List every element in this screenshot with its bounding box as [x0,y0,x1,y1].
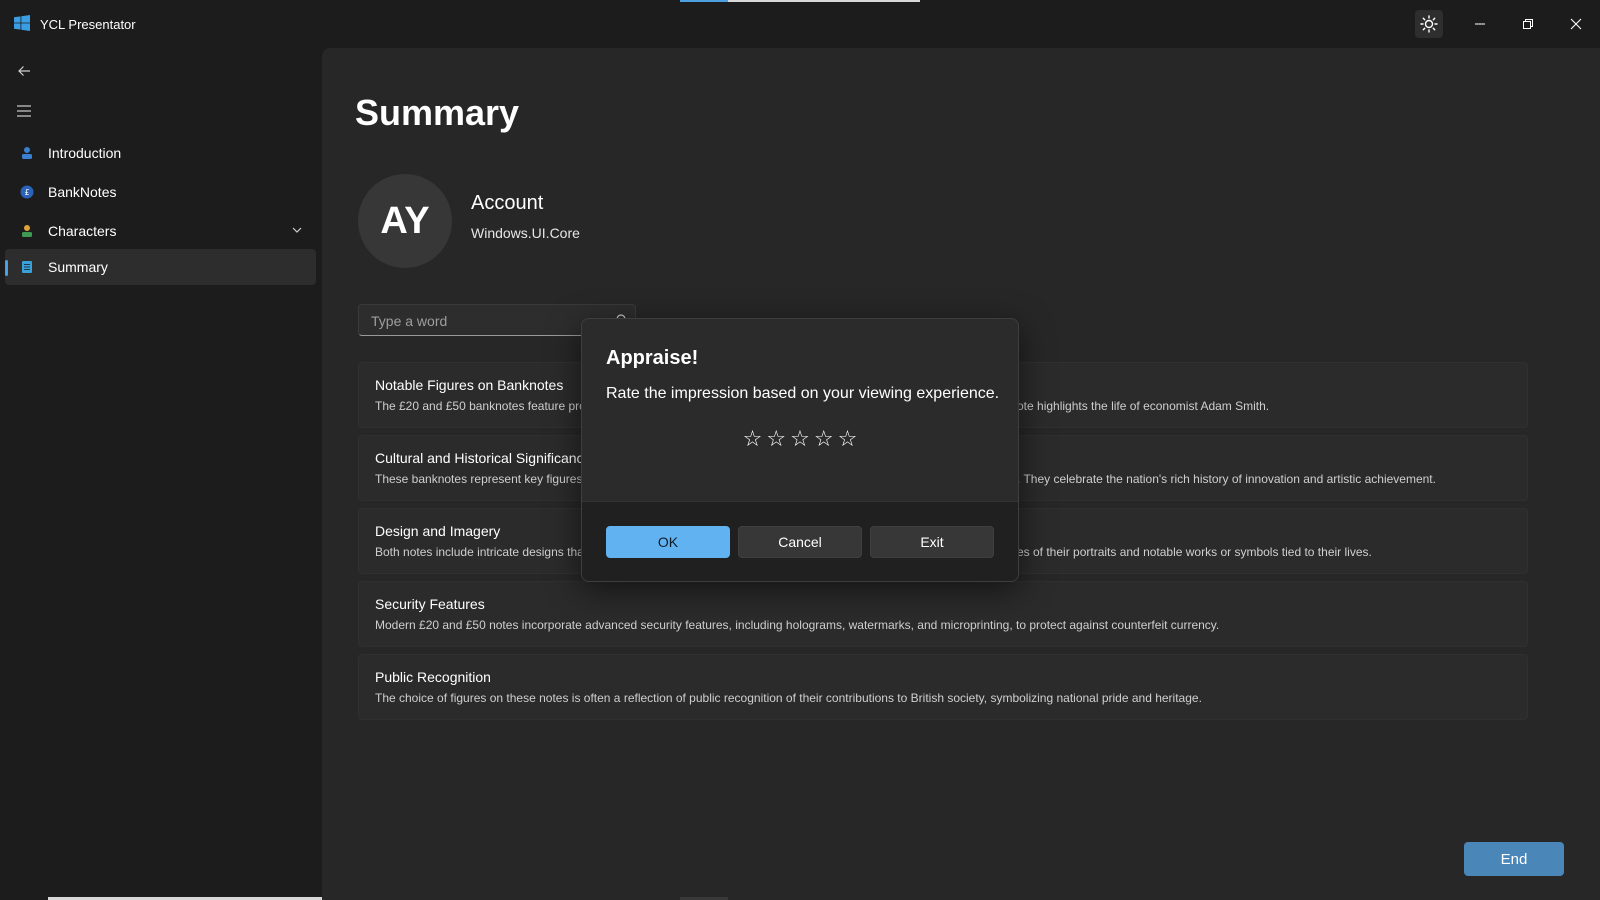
minimize-button[interactable] [1460,8,1500,40]
star-icon[interactable]: ☆ [790,427,810,452]
restore-button[interactable] [1508,8,1548,40]
rating-control[interactable]: ☆ ☆ ☆ ☆ ☆ [582,427,1018,452]
top-progress-accent [680,0,728,2]
exit-button[interactable]: Exit [870,526,994,558]
theme-toggle-icon [1420,15,1438,33]
card-description: Both notes include intricate designs tha [375,545,584,559]
star-icon[interactable]: ☆ [766,427,786,452]
star-icon[interactable]: ☆ [838,427,858,452]
card-title: Design and Imagery [375,523,501,539]
card-description: Modern £20 and £50 notes incorporate adv… [375,618,1220,632]
card-description: The £20 and £50 banknotes feature pro [375,399,586,413]
theme-toggle-button[interactable] [1415,10,1443,38]
hamburger-menu-button[interactable] [12,99,36,123]
sidebar-item-label: Introduction [48,145,122,161]
avatar: AY [358,174,452,268]
card-title: Security Features [375,596,485,612]
star-icon[interactable]: ☆ [814,427,834,452]
close-button[interactable] [1556,8,1596,40]
person-icon [19,145,35,161]
sidebar-item-characters[interactable]: Characters [5,213,316,249]
appraise-dialog: Appraise! Rate the impression based on y… [581,318,1019,582]
end-button[interactable]: End [1464,842,1564,876]
card-description-continued: ote highlights the life of economist Ada… [1017,399,1270,413]
card-title: Cultural and Historical Significanc [375,450,584,466]
svg-text:£: £ [24,188,29,197]
card-description-continued: es of their portraits and notable works … [1017,545,1372,559]
app-title: YCL Presentator [40,17,136,32]
back-button[interactable] [12,59,36,83]
windows-logo-icon [14,15,30,31]
title-bar: YCL Presentator [0,0,1600,48]
sidebar-item-banknotes[interactable]: £ BankNotes [5,174,316,210]
account-subtitle: Windows.UI.Core [471,225,580,241]
card-description: The choice of figures on these notes is … [375,691,1202,705]
document-icon [19,259,35,275]
close-icon [1570,18,1582,30]
cancel-button[interactable]: Cancel [738,526,862,558]
card-description-continued: . They celebrate the nation's rich histo… [1017,472,1436,486]
navigation-pane: Introduction £ BankNotes Characters Summ… [0,48,322,900]
back-arrow-icon [18,66,30,76]
star-icon[interactable]: ☆ [743,427,763,452]
page-title: Summary [355,92,520,133]
chevron-down-icon[interactable] [292,225,302,235]
sidebar-item-label: BankNotes [48,184,117,200]
card-title: Notable Figures on Banknotes [375,377,564,393]
selection-indicator [5,260,8,276]
pound-coin-icon: £ [19,184,35,200]
character-icon [19,223,35,239]
sidebar-item-summary[interactable]: Summary [5,249,316,285]
top-progress-track [728,0,920,2]
ok-button[interactable]: OK [606,526,730,558]
search-input[interactable] [369,305,603,337]
dialog-footer: OK Cancel Exit [582,501,1018,581]
dialog-title: Appraise! [606,347,699,369]
dialog-message: Rate the impression based on your viewin… [606,385,1000,402]
card-title: Public Recognition [375,669,491,685]
info-card-public-recognition: Public Recognition The choice of figures… [358,654,1528,720]
account-title: Account [471,192,544,214]
minimize-icon [1475,23,1485,25]
card-description: These banknotes represent key figures i [375,472,589,486]
restore-icon [1523,19,1533,29]
sidebar-item-label: Summary [48,259,108,275]
sidebar-item-label: Characters [48,223,117,239]
sidebar-item-introduction[interactable]: Introduction [5,135,316,171]
info-card-security-features: Security Features Modern £20 and £50 not… [358,581,1528,647]
hamburger-icon [17,105,31,117]
